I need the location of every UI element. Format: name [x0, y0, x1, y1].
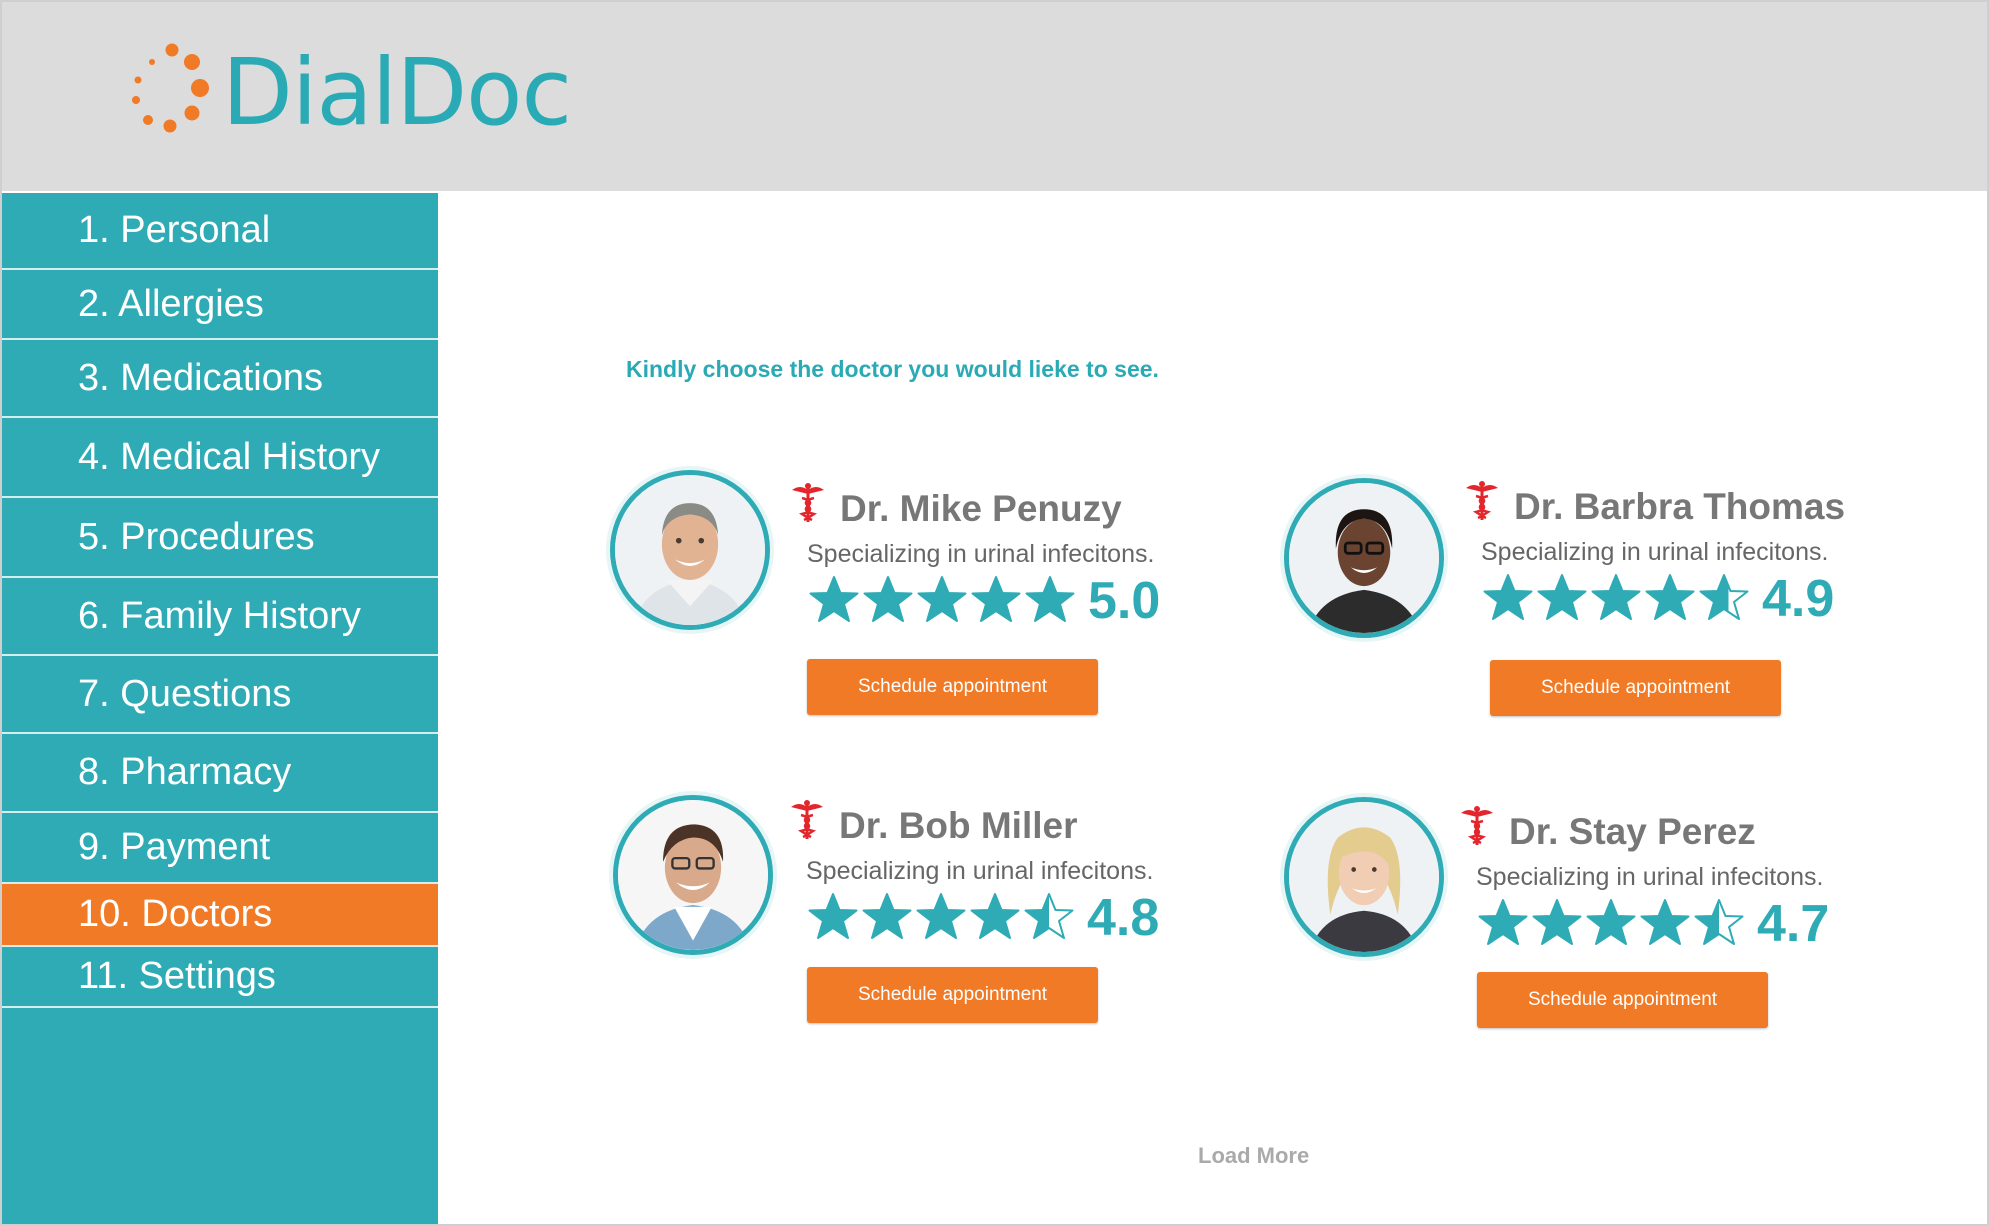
logo-text: DialDoc [222, 39, 572, 146]
caduceus-icon [789, 799, 825, 841]
sidebar-item-doctors[interactable]: 10. Doctors [2, 884, 438, 947]
star-icon [808, 893, 858, 939]
star-icon [1586, 899, 1636, 945]
star-rating [1478, 898, 1744, 948]
star-icon [809, 576, 859, 622]
sidebar-item-family-history[interactable]: 6. Family History [2, 578, 438, 656]
schedule-appointment-button[interactable]: Schedule appointment [1477, 972, 1768, 1028]
sidebar: 1. Personal 2. Allergies 3. Medications … [2, 193, 438, 1224]
header: DialDoc [2, 2, 1987, 191]
star-icon [1699, 574, 1749, 620]
star-icon [1591, 574, 1641, 620]
doctor-avatar [1284, 478, 1444, 638]
rating-value: 4.8 [1087, 889, 1160, 947]
sidebar-item-medications[interactable]: 3. Medications [2, 340, 438, 418]
logo[interactable]: DialDoc [120, 38, 572, 148]
rating-value: 5.0 [1088, 572, 1161, 630]
caduceus-icon [1459, 805, 1495, 847]
doctor-card[interactable]: Dr. Stay Perez Specializing in urinal inf… [1284, 797, 1904, 1057]
doctor-name[interactable]: Dr. Bob Miller [839, 805, 1077, 847]
doctor-avatar [1284, 797, 1444, 957]
dot-ring-logo-icon [132, 43, 209, 133]
sidebar-item-medical-history[interactable]: 4. Medical History [2, 418, 438, 498]
doctor-name[interactable]: Dr. Stay Perez [1509, 811, 1756, 853]
doctor-avatar [610, 470, 770, 630]
star-icon [863, 576, 913, 622]
star-icon [1640, 899, 1690, 945]
schedule-appointment-button[interactable]: Schedule appointment [807, 967, 1098, 1023]
schedule-appointment-button[interactable]: Schedule appointment [807, 659, 1098, 715]
star-icon [970, 893, 1020, 939]
sidebar-item-pharmacy[interactable]: 8. Pharmacy [2, 734, 438, 813]
star-icon [1532, 899, 1582, 945]
star-icon [862, 893, 912, 939]
sidebar-item-payment[interactable]: 9. Payment [2, 813, 438, 884]
load-more-button[interactable]: Load More [1198, 1143, 1309, 1169]
star-rating [1483, 573, 1749, 623]
caduceus-icon [1464, 480, 1500, 522]
sidebar-item-personal[interactable]: 1. Personal [2, 193, 438, 270]
star-rating [809, 575, 1075, 625]
star-rating [808, 892, 1074, 942]
sidebar-item-procedures[interactable]: 5. Procedures [2, 498, 438, 578]
rating-value: 4.7 [1757, 895, 1830, 953]
doctor-avatar [613, 795, 773, 955]
sidebar-item-questions[interactable]: 7. Questions [2, 656, 438, 734]
doctor-name[interactable]: Dr. Mike Penuzy [840, 488, 1122, 530]
doctor-specialty: Specializing in urinal infecitons. [1476, 863, 1824, 891]
star-icon [1537, 574, 1587, 620]
doctor-specialty: Specializing in urinal infecitons. [806, 857, 1154, 885]
star-icon [1483, 574, 1533, 620]
doctor-name[interactable]: Dr. Barbra Thomas [1514, 486, 1845, 528]
star-icon [1478, 899, 1528, 945]
star-icon [1694, 899, 1744, 945]
page-instruction: Kindly choose the doctor you would lieke… [626, 356, 1159, 382]
doctor-card[interactable]: Dr. Barbra Thomas Specializing in urinal … [1284, 478, 1904, 738]
doctor-specialty: Specializing in urinal infecitons. [1481, 538, 1829, 566]
caduceus-icon [790, 482, 826, 524]
doctor-card[interactable]: Dr. Bob Miller Specializing in urinal inf… [613, 795, 1233, 1055]
sidebar-item-settings[interactable]: 11. Settings [2, 947, 438, 1008]
star-icon [917, 576, 967, 622]
star-icon [1025, 576, 1075, 622]
schedule-appointment-button[interactable]: Schedule appointment [1490, 660, 1781, 716]
doctor-specialty: Specializing in urinal infecitons. [807, 540, 1155, 568]
star-icon [1024, 893, 1074, 939]
rating-value: 4.9 [1762, 570, 1835, 628]
star-icon [1645, 574, 1695, 620]
doctor-card[interactable]: Dr. Mike Penuzy Specializing in urinal in… [610, 470, 1230, 730]
star-icon [916, 893, 966, 939]
sidebar-item-allergies[interactable]: 2. Allergies [2, 270, 438, 340]
star-icon [971, 576, 1021, 622]
